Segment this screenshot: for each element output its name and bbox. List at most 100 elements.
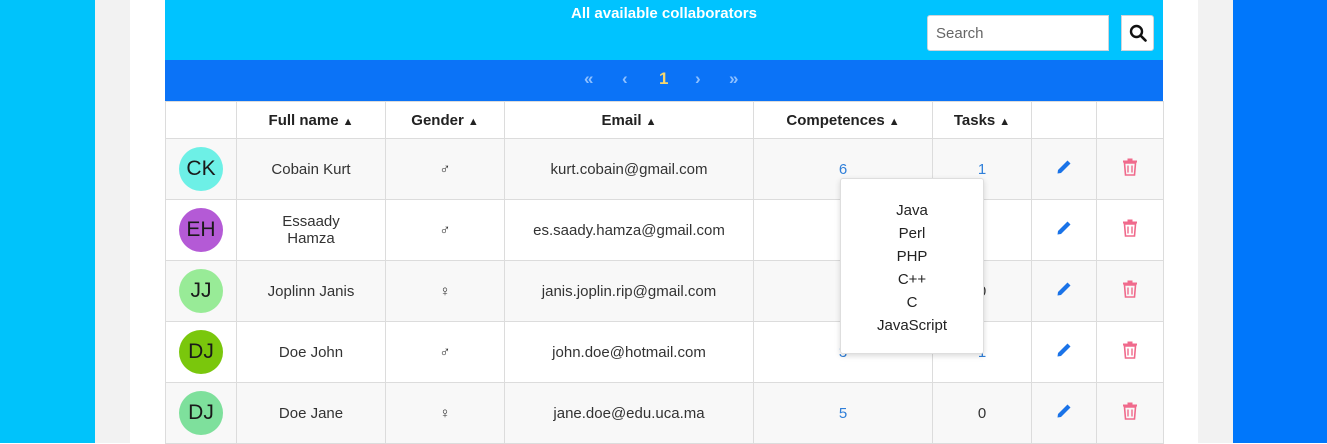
delete-button[interactable]: [1122, 280, 1138, 302]
gender-cell: ♂: [385, 138, 505, 200]
current-page-number[interactable]: 1: [659, 69, 668, 89]
column-header-tasks[interactable]: Tasks ▲︎: [932, 101, 1032, 139]
gender-cell: ♀: [385, 260, 505, 322]
email-cell: kurt.cobain@gmail.com: [504, 138, 754, 200]
avatar-cell: DJ: [165, 382, 237, 444]
full-name-cell: Joplinn Janis: [236, 260, 386, 322]
sort-icon: ▲︎: [467, 115, 479, 128]
delete-button[interactable]: [1122, 402, 1138, 424]
competences-count-link[interactable]: 6: [839, 161, 847, 178]
tasks-cell: 0: [932, 382, 1032, 444]
column-header-avatar: [165, 101, 237, 139]
collaborators-header: All available collaborators: [165, 0, 1163, 60]
competence-item: C++: [897, 271, 927, 288]
delete-button[interactable]: [1122, 341, 1138, 363]
competences-popover: Java Perl PHP C++ C JavaScript: [840, 178, 984, 354]
competence-item: PHP: [896, 248, 928, 265]
column-header-label: Full name: [268, 111, 339, 129]
email-cell: jane.doe@edu.uca.ma: [504, 382, 754, 444]
table-row: EH Essaady Hamza ♂ es.saady.hamza@gmail.…: [165, 199, 1164, 261]
delete-cell: [1096, 199, 1164, 261]
full-name-cell: Essaady Hamza: [236, 199, 386, 261]
delete-cell: [1096, 138, 1164, 200]
trash-icon: [1123, 402, 1137, 420]
column-header-delete: [1096, 101, 1164, 139]
edit-button[interactable]: [1056, 342, 1072, 362]
gender-cell: ♂: [385, 321, 505, 383]
pencil-icon: [1057, 221, 1071, 235]
avatar: EH: [179, 208, 223, 252]
sort-icon: ▲︎: [999, 115, 1011, 128]
sort-icon: ▲︎: [888, 115, 900, 128]
avatar-cell: CK: [165, 138, 237, 200]
delete-button[interactable]: [1122, 158, 1138, 180]
competence-item: Java: [896, 202, 928, 219]
full-name-text: Essaady Hamza: [282, 213, 340, 247]
search-button[interactable]: [1121, 15, 1154, 51]
edit-button[interactable]: [1056, 281, 1072, 301]
delete-cell: [1096, 321, 1164, 383]
email-cell: es.saady.hamza@gmail.com: [504, 199, 754, 261]
avatar-cell: EH: [165, 199, 237, 261]
edit-button[interactable]: [1056, 220, 1072, 240]
edit-button[interactable]: [1056, 159, 1072, 179]
column-header-label: Email: [601, 111, 642, 129]
column-header-label: Gender: [411, 111, 464, 129]
trash-icon: [1123, 158, 1137, 176]
table-header-row: Full name ▲︎ Gender ▲︎ Email ▲︎ Competences…: [165, 101, 1164, 139]
column-header-full-name[interactable]: Full name ▲︎: [236, 101, 386, 139]
email-cell: janis.joplin.rip@gmail.com: [504, 260, 754, 322]
edit-cell: [1031, 138, 1097, 200]
left-background-band: [0, 0, 95, 443]
competences-list: Java Perl PHP C++ C JavaScript: [841, 199, 983, 337]
table-row: DJ Doe Jane ♀ jane.doe@edu.uca.ma 5 0: [165, 382, 1164, 444]
pencil-icon: [1057, 404, 1071, 418]
edit-button[interactable]: [1056, 403, 1072, 423]
table-row: CK Cobain Kurt ♂ kurt.cobain@gmail.com 6…: [165, 138, 1164, 200]
avatar-cell: JJ: [165, 260, 237, 322]
trash-icon: [1123, 219, 1137, 237]
pagination-bar: « ‹ 1 › »: [165, 60, 1163, 101]
collaborators-table: Full name ▲︎ Gender ▲︎ Email ▲︎ Competences…: [165, 101, 1164, 444]
edit-cell: [1031, 321, 1097, 383]
delete-cell: [1096, 382, 1164, 444]
gender-cell: ♂: [385, 199, 505, 261]
tasks-count-link[interactable]: 1: [978, 161, 986, 178]
table-row: DJ Doe John ♂ john.doe@hotmail.com 3 1: [165, 321, 1164, 383]
first-page-button[interactable]: «: [584, 69, 593, 89]
left-gutter: [95, 0, 130, 443]
edit-cell: [1031, 199, 1097, 261]
avatar: CK: [179, 147, 223, 191]
competence-item: JavaScript: [876, 317, 948, 334]
competences-cell: 5: [753, 382, 933, 444]
search-input[interactable]: [927, 15, 1109, 51]
search-icon: [1129, 24, 1147, 42]
avatar: DJ: [179, 330, 223, 374]
competence-item: C: [906, 294, 918, 311]
trash-icon: [1123, 341, 1137, 359]
column-header-gender[interactable]: Gender ▲︎: [385, 101, 505, 139]
pencil-icon: [1057, 160, 1071, 174]
column-header-label: Tasks: [953, 111, 996, 129]
column-header-email[interactable]: Email ▲︎: [504, 101, 754, 139]
avatar-cell: DJ: [165, 321, 237, 383]
next-page-button[interactable]: ›: [695, 69, 701, 89]
sort-icon: ▲︎: [342, 115, 354, 128]
competences-count-link[interactable]: 5: [839, 405, 847, 422]
last-page-button[interactable]: »: [729, 69, 738, 89]
tasks-count-link[interactable]: 0: [978, 405, 986, 422]
delete-button[interactable]: [1122, 219, 1138, 241]
delete-cell: [1096, 260, 1164, 322]
table-row: JJ Joplinn Janis ♀ janis.joplin.rip@gmai…: [165, 260, 1164, 322]
avatar: DJ: [179, 391, 223, 435]
full-name-cell: Doe Jane: [236, 382, 386, 444]
sort-icon: ▲︎: [645, 115, 657, 128]
avatar: JJ: [179, 269, 223, 313]
competence-item: Perl: [898, 225, 926, 242]
column-header-label: Competences: [786, 111, 885, 129]
right-gutter: [1198, 0, 1233, 443]
previous-page-button[interactable]: ‹: [622, 69, 628, 89]
column-header-competences[interactable]: Competences ▲︎: [753, 101, 933, 139]
column-header-edit: [1031, 101, 1097, 139]
email-cell: john.doe@hotmail.com: [504, 321, 754, 383]
